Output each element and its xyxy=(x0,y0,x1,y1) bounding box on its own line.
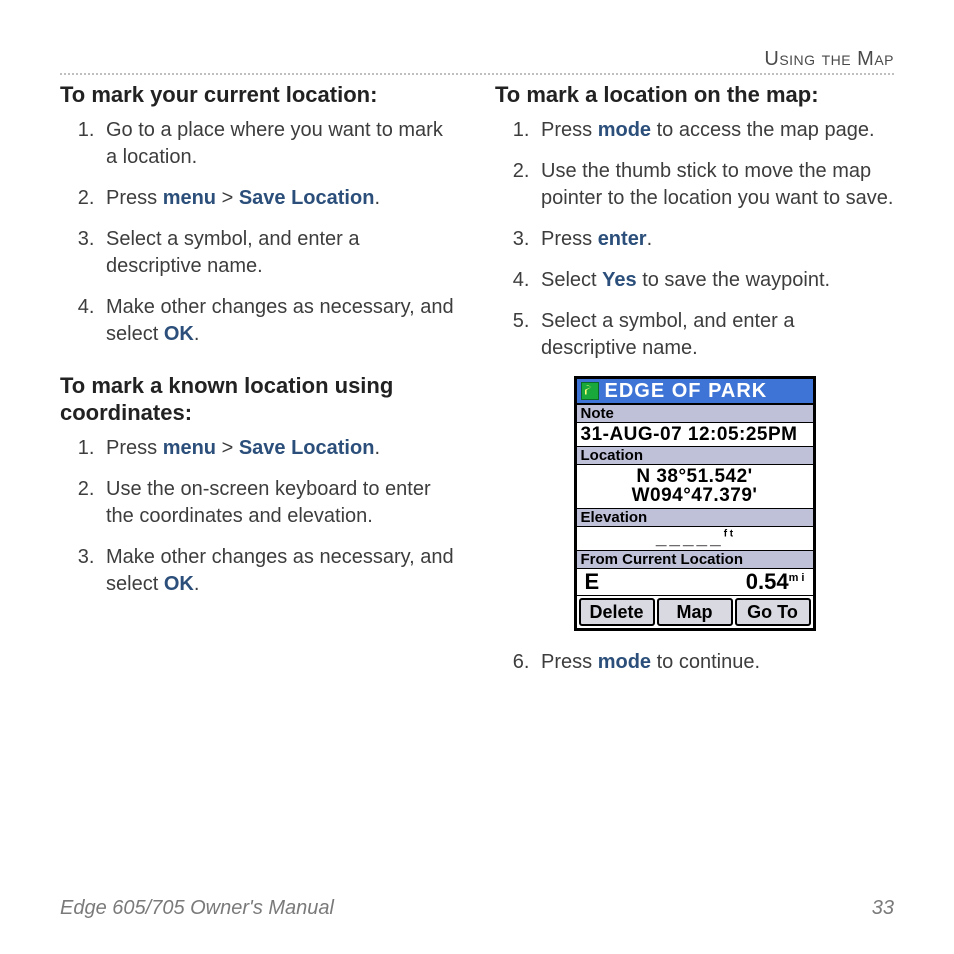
step: Select a symbol, and enter a descriptive… xyxy=(100,226,459,280)
divider xyxy=(60,73,894,75)
section-heading: To mark your current location: xyxy=(60,81,459,109)
waypoint-flag-icon xyxy=(581,382,599,400)
device-goto-button[interactable]: Go To xyxy=(735,598,811,626)
device-delete-button[interactable]: Delete xyxy=(579,598,655,626)
step: Select a symbol, and enter a descriptive… xyxy=(535,308,894,362)
device-lon: W094°47.379' xyxy=(581,486,809,506)
device-datetime: 31-AUG-07 12:05:25PM xyxy=(577,423,813,447)
step: Press enter. xyxy=(535,226,894,253)
step: Use the on-screen keyboard to enter the … xyxy=(100,476,459,530)
keyword: mode xyxy=(598,651,651,673)
step: Make other changes as necessary, and sel… xyxy=(100,294,459,348)
steps-list: Press mode to continue. xyxy=(535,649,894,676)
left-column: To mark your current location: Go to a p… xyxy=(60,81,459,690)
keyword: menu xyxy=(163,437,216,459)
device-lat: N 38°51.542' xyxy=(581,467,809,487)
steps-list: Go to a place where you want to mark a l… xyxy=(100,117,459,348)
step: Press menu > Save Location. xyxy=(100,435,459,462)
right-column: To mark a location on the map: Press mod… xyxy=(495,81,894,690)
keyword: OK xyxy=(164,323,194,345)
device-distance: 0.54m i xyxy=(746,571,805,593)
device-elevation: _____f t xyxy=(577,527,813,551)
step: Make other changes as necessary, and sel… xyxy=(100,544,459,598)
step: Go to a place where you want to mark a l… xyxy=(100,117,459,171)
step: Press mode to continue. xyxy=(535,649,894,676)
keyword: Save Location xyxy=(239,187,375,209)
chapter-heading: Using the Map xyxy=(60,48,894,71)
keyword: mode xyxy=(598,119,651,141)
keyword: menu xyxy=(163,187,216,209)
steps-list: Press menu > Save Location. Use the on-s… xyxy=(100,435,459,598)
section-heading: To mark a location on the map: xyxy=(495,81,894,109)
step: Press mode to access the map page. xyxy=(535,117,894,144)
device-distance-row: E 0.54m i xyxy=(577,569,813,596)
device-button-row: Delete Map Go To xyxy=(577,596,813,628)
keyword: OK xyxy=(164,573,194,595)
device-location-label: Location xyxy=(577,447,813,465)
keyword: Yes xyxy=(602,269,636,291)
device-title-bar: EDGE OF PARK xyxy=(577,379,813,405)
device-map-button[interactable]: Map xyxy=(657,598,733,626)
device-elevation-label: Elevation xyxy=(577,509,813,527)
footer-title: Edge 605/705 Owner's Manual xyxy=(60,897,334,920)
step: Select Yes to save the waypoint. xyxy=(535,267,894,294)
keyword: Save Location xyxy=(239,437,375,459)
device-bearing: E xyxy=(585,571,600,593)
device-screenshot: EDGE OF PARK Note 31-AUG-07 12:05:25PM L… xyxy=(574,376,816,632)
keyword: enter xyxy=(598,228,647,250)
device-note-label: Note xyxy=(577,405,813,423)
device-title: EDGE OF PARK xyxy=(605,381,768,401)
section-heading: To mark a known location using coordinat… xyxy=(60,372,459,427)
steps-list: Press mode to access the map page. Use t… xyxy=(535,117,894,362)
step: Use the thumb stick to move the map poin… xyxy=(535,158,894,212)
footer-page-number: 33 xyxy=(872,897,894,920)
step: Press menu > Save Location. xyxy=(100,185,459,212)
device-coordinates: N 38°51.542' W094°47.379' xyxy=(577,465,813,510)
device-from-current-label: From Current Location xyxy=(577,551,813,569)
